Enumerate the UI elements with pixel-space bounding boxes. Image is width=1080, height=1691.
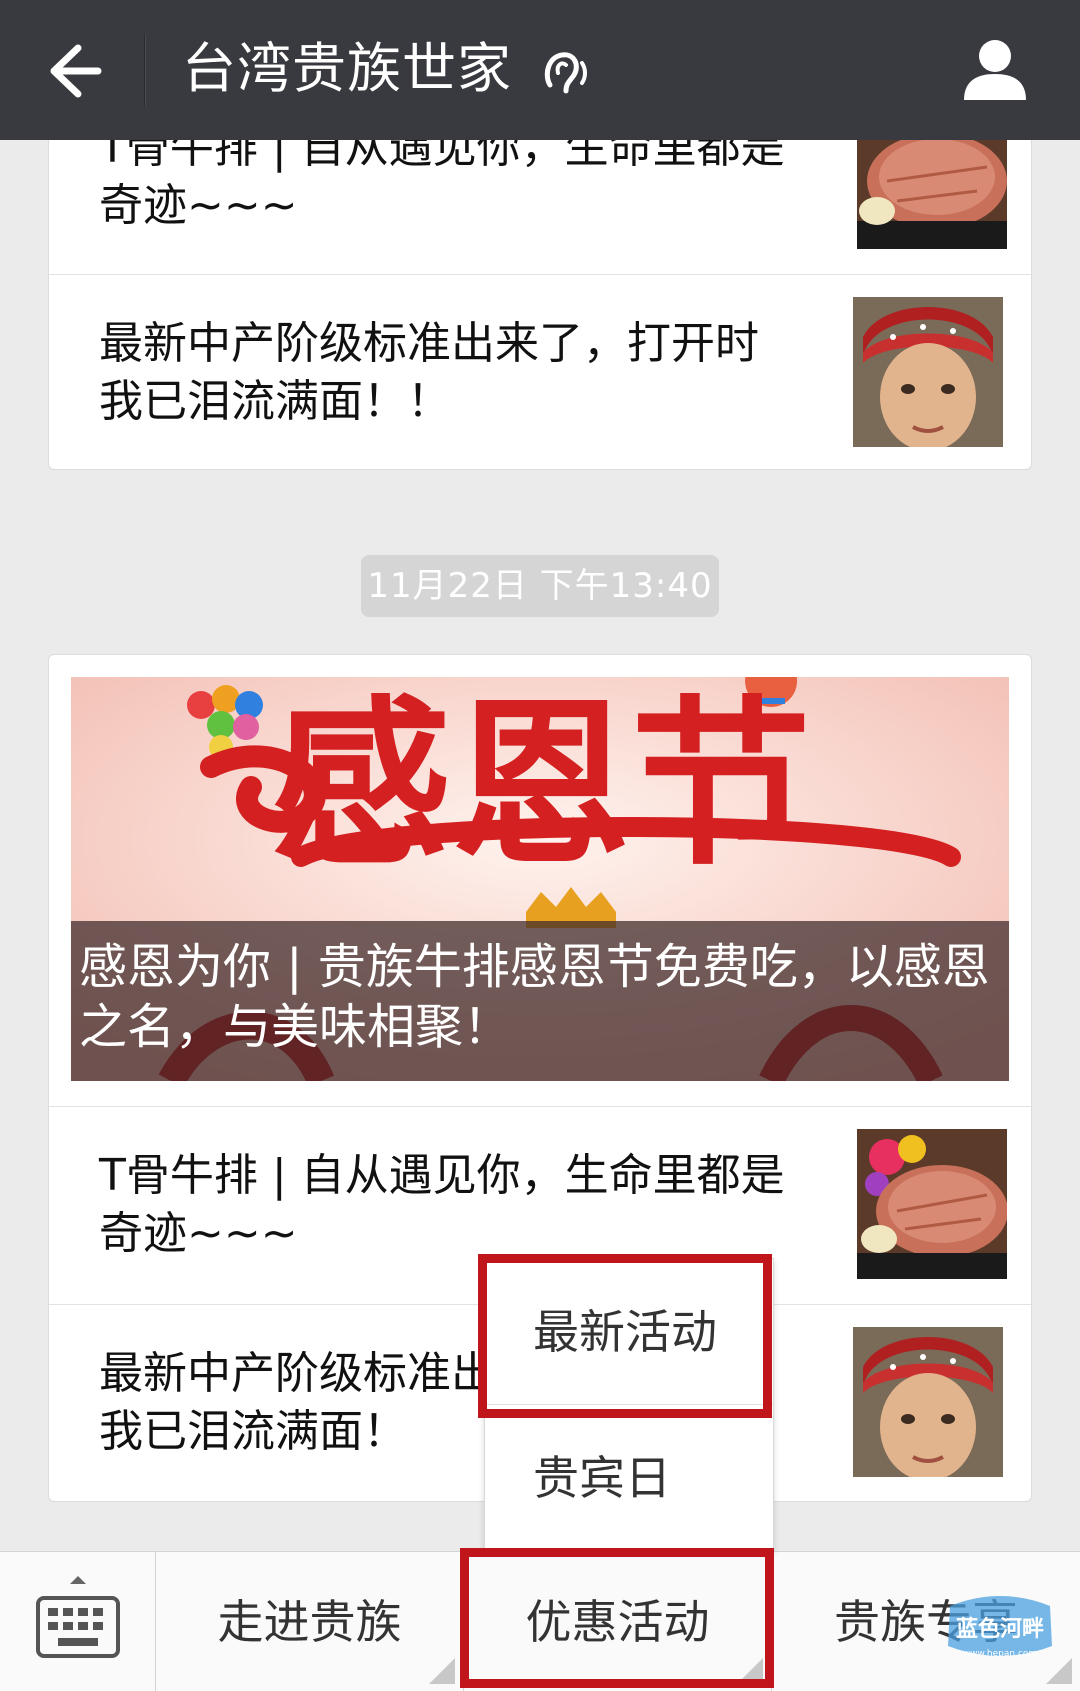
watermark-logo: 蓝色河畔 www.hepan.com xyxy=(940,1586,1060,1676)
timestamp-badge: 11月22日 下午13:40 xyxy=(361,555,719,617)
article-row[interactable]: 最新中产阶级标准出来了，打开时我已泪流满面！！ xyxy=(49,275,1031,471)
portrait-thumbnail xyxy=(853,297,1003,447)
watermark-text: 蓝色河畔 xyxy=(956,1616,1044,1642)
submenu-popup: 最新活动 贵宾日 xyxy=(484,1258,774,1552)
submenu-indicator-icon xyxy=(429,1658,455,1684)
bottom-menu-bar: 走进贵族 优惠活动 贵族专享 xyxy=(0,1551,1080,1691)
steak-thumbnail xyxy=(857,1129,1007,1279)
article-title: 最新中产阶级标准出来了，打开时我已泪流满面！！ xyxy=(99,318,759,427)
submenu-item-latest-events[interactable]: 最新活动 xyxy=(485,1259,773,1405)
person-icon[interactable] xyxy=(958,32,1032,106)
menu-tab-about[interactable]: 走进贵族 xyxy=(156,1552,464,1691)
listen-icon[interactable] xyxy=(540,45,594,99)
portrait-thumbnail xyxy=(853,1327,1003,1477)
menu-tab-label: 优惠活动 xyxy=(525,1595,710,1649)
featured-article[interactable]: 感恩节 感恩为你 | 贵族牛排感恩节免费吃，以感恩之名，与美味相聚！ xyxy=(49,655,1031,1107)
top-bar: 台湾贵族世家 xyxy=(0,0,1080,140)
article-title: T骨牛排 | 自从遇见你，生命里都是奇迹~~~ xyxy=(99,1150,785,1259)
menu-tab-label: 走进贵族 xyxy=(217,1595,402,1649)
article-card-previous: T骨牛排 | 自从遇见你，生命里都是奇迹~~~ 最新中产阶级标准出来了，打开时我… xyxy=(48,110,1032,470)
submenu-indicator-icon xyxy=(737,1658,763,1684)
banner-caption: 感恩为你 | 贵族牛排感恩节免费吃，以感恩之名，与美味相聚！ xyxy=(71,921,1009,1081)
submenu-item-vip-day[interactable]: 贵宾日 xyxy=(485,1405,773,1551)
back-arrow-icon[interactable] xyxy=(38,36,108,106)
banner-title: 感恩为你 | 贵族牛排感恩节免费吃，以感恩之名，与美味相聚！ xyxy=(79,939,990,1055)
watermark-url: www.hepan.com xyxy=(963,1649,1037,1659)
page-title: 台湾贵族世家 xyxy=(182,37,512,100)
topbar-divider xyxy=(144,34,146,106)
banner-art-text: 感恩节 xyxy=(271,679,811,890)
keyboard-toggle-button[interactable] xyxy=(0,1552,156,1691)
banner-image: 感恩节 感恩为你 | 贵族牛排感恩节免费吃，以感恩之名，与美味相聚！ xyxy=(71,677,1009,1081)
menu-tab-promotions[interactable]: 优惠活动 xyxy=(464,1552,772,1691)
